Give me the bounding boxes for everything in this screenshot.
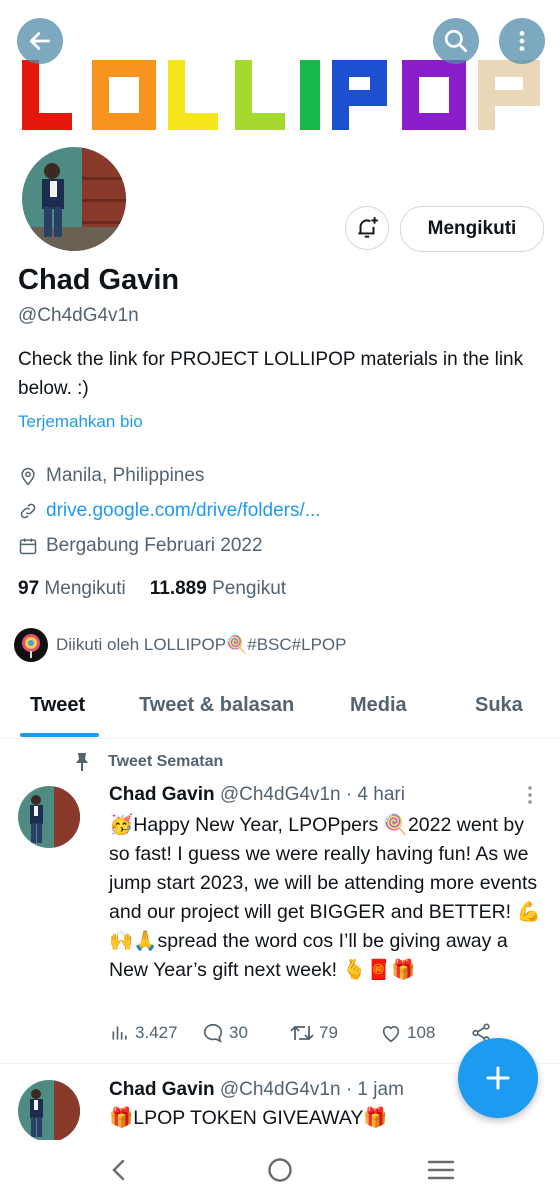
plus-icon bbox=[486, 1066, 510, 1090]
tweet-handle-time: @Ch4dG4v1n · 1 jam bbox=[219, 1079, 404, 1100]
joined-row: Bergabung Februari 2022 bbox=[18, 535, 263, 557]
notification-bell-button[interactable] bbox=[345, 206, 389, 250]
follow-stats: 97 Mengikuti 11.889 Pengikut bbox=[18, 578, 286, 600]
tab-likes[interactable]: Suka bbox=[475, 694, 523, 717]
followers-stat[interactable]: 11.889 Pengikut bbox=[150, 578, 286, 600]
more-vertical-icon bbox=[519, 31, 525, 51]
compose-tweet-button[interactable] bbox=[458, 1038, 538, 1118]
website-row: drive.google.com/drive/folders/... bbox=[18, 500, 321, 522]
avatar-photo bbox=[22, 147, 126, 251]
tweet-actions: 3.427 30 79 108 bbox=[110, 1022, 500, 1044]
profile-handle: @Ch4dG4v1n bbox=[18, 305, 139, 326]
following-stat[interactable]: 97 Mengikuti bbox=[18, 578, 126, 600]
tweet-header: Chad Gavin @Ch4dG4v1n · 4 hari bbox=[109, 784, 405, 806]
tweet-text: 🥳Happy New Year, LPOPpers 🍭2022 went by … bbox=[109, 814, 541, 981]
profile-name: Chad Gavin bbox=[18, 264, 180, 296]
tweet-author-name[interactable]: Chad Gavin bbox=[109, 1079, 215, 1100]
more-options-button[interactable] bbox=[499, 18, 545, 64]
more-vertical-icon bbox=[528, 786, 532, 804]
avatar-photo bbox=[18, 1080, 80, 1142]
tab-tweet-replies[interactable]: Tweet & balasan bbox=[139, 694, 294, 717]
reply-icon bbox=[204, 1023, 223, 1043]
back-button[interactable] bbox=[17, 18, 63, 64]
location-row: Manila, Philippines bbox=[18, 465, 204, 487]
joined-text: Bergabung Februari 2022 bbox=[46, 535, 263, 556]
profile-tabs: Tweet Tweet & balasan Media Suka bbox=[0, 680, 560, 739]
heart-icon bbox=[382, 1026, 400, 1043]
website-link[interactable]: drive.google.com/drive/folders/... bbox=[46, 500, 321, 522]
avatar-photo bbox=[18, 786, 80, 848]
location-text: Manila, Philippines bbox=[46, 465, 205, 486]
nav-recents-icon[interactable] bbox=[427, 1159, 455, 1181]
tweet-handle-time: @Ch4dG4v1n · 4 hari bbox=[219, 784, 405, 805]
like-action[interactable]: 108 bbox=[380, 1022, 470, 1044]
link-icon bbox=[20, 503, 36, 519]
search-button[interactable] bbox=[433, 18, 479, 64]
tweet-avatar[interactable] bbox=[18, 786, 80, 848]
lollipop-avatar bbox=[14, 628, 48, 662]
tweet-header: Chad Gavin @Ch4dG4v1n · 1 jam bbox=[109, 1079, 404, 1101]
profile-avatar[interactable] bbox=[18, 143, 130, 255]
tweet-text: 🎁LPOP TOKEN GIVEAWAY🎁 bbox=[109, 1107, 388, 1129]
system-navigation-bar bbox=[0, 1140, 560, 1200]
followed-by-text: Diikuti oleh LOLLIPOP🍭#BSC#LPOP bbox=[56, 635, 347, 654]
pin-icon bbox=[76, 753, 88, 771]
active-tab-indicator bbox=[20, 733, 99, 737]
nav-back-icon[interactable] bbox=[108, 1158, 130, 1182]
views-action[interactable]: 3.427 bbox=[110, 1023, 202, 1043]
bell-plus-icon bbox=[358, 217, 378, 238]
tab-media[interactable]: Media bbox=[350, 694, 407, 717]
following-button[interactable]: Mengikuti bbox=[400, 206, 544, 252]
profile-bio: Check the link for PROJECT LOLLIPOP mate… bbox=[18, 349, 524, 399]
search-icon bbox=[444, 29, 468, 53]
location-pin-icon bbox=[21, 467, 35, 486]
translate-bio-link[interactable]: Terjemahkan bio bbox=[18, 412, 143, 432]
nav-home-icon[interactable] bbox=[267, 1157, 293, 1183]
retweet-icon bbox=[290, 1025, 314, 1041]
lollipop-icon bbox=[22, 634, 40, 658]
calendar-icon bbox=[19, 538, 37, 555]
tab-tweet[interactable]: Tweet bbox=[30, 694, 85, 717]
tweet-more-button[interactable] bbox=[524, 784, 536, 811]
tweet-author-name[interactable]: Chad Gavin bbox=[109, 784, 215, 805]
retweet-action[interactable]: 79 bbox=[290, 1022, 380, 1044]
followed-by-row[interactable]: Diikuti oleh LOLLIPOP🍭#BSC#LPOP bbox=[14, 628, 346, 662]
lollipop-banner-art bbox=[22, 60, 540, 130]
pinned-label: Tweet Sematan bbox=[74, 752, 223, 772]
arrow-left-icon bbox=[29, 32, 51, 50]
tweet-avatar[interactable] bbox=[18, 1080, 80, 1142]
analytics-icon bbox=[112, 1026, 127, 1040]
profile-banner bbox=[0, 0, 560, 145]
reply-action[interactable]: 30 bbox=[202, 1022, 290, 1044]
